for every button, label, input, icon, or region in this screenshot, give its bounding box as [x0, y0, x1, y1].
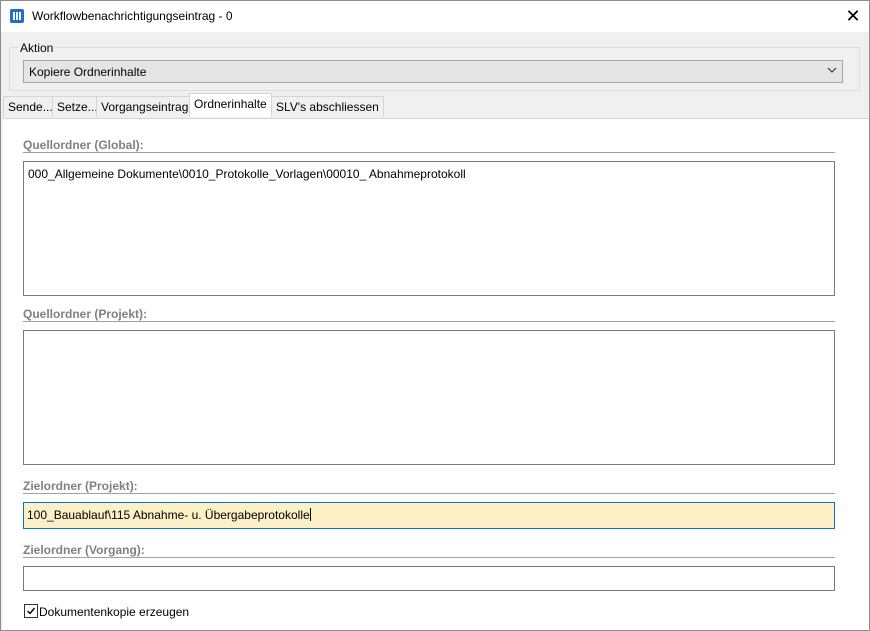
- window-title: Workflowbenachrichtigungseintrag - 0: [32, 9, 233, 23]
- chevron-down-icon[interactable]: [825, 62, 839, 81]
- target-process-input[interactable]: [23, 566, 835, 591]
- divider: [23, 321, 835, 322]
- target-project-input[interactable]: 100_Bauablauf\115 Abnahme- u. Übergabepr…: [23, 502, 835, 529]
- tab-slv-abschliessen[interactable]: SLV's abschliessen: [271, 96, 384, 117]
- app-icon: [10, 9, 24, 23]
- close-icon[interactable]: ✕: [837, 1, 869, 32]
- dialog-window: Workflowbenachrichtigungseintrag - 0 ✕ A…: [0, 0, 870, 631]
- target-project-label: Zielordner (Projekt):: [23, 479, 138, 493]
- source-project-textarea[interactable]: [23, 330, 835, 465]
- source-global-label: Quellordner (Global):: [23, 138, 144, 152]
- divider: [23, 493, 835, 494]
- tab-ordnerinhalte[interactable]: Ordnerinhalte: [189, 93, 272, 117]
- action-group-label: Aktion: [18, 41, 56, 55]
- action-select[interactable]: Kopiere Ordnerinhalte: [23, 60, 843, 83]
- checkmark-icon: [27, 607, 36, 615]
- divider: [23, 152, 835, 153]
- document-copy-label[interactable]: Dokumentenkopie erzeugen: [39, 605, 189, 619]
- source-global-textarea[interactable]: 000_Allgemeine Dokumente\0010_Protokolle…: [23, 161, 835, 296]
- target-process-label: Zielordner (Vorgang):: [23, 543, 145, 557]
- tab-sende[interactable]: Sende...: [3, 96, 58, 117]
- source-project-label: Quellordner (Projekt):: [23, 307, 148, 321]
- text-caret: [309, 508, 311, 521]
- target-project-value: 100_Bauablauf\115 Abnahme- u. Übergabepr…: [27, 508, 310, 522]
- action-select-value: Kopiere Ordnerinhalte: [29, 65, 147, 79]
- source-global-value: 000_Allgemeine Dokumente\0010_Protokolle…: [28, 167, 466, 181]
- document-copy-checkbox[interactable]: [24, 604, 38, 618]
- title-bar[interactable]: Workflowbenachrichtigungseintrag - 0 ✕: [1, 1, 869, 32]
- tab-vorgangseintrag[interactable]: Vorgangseintrag: [96, 96, 194, 117]
- divider: [23, 557, 835, 558]
